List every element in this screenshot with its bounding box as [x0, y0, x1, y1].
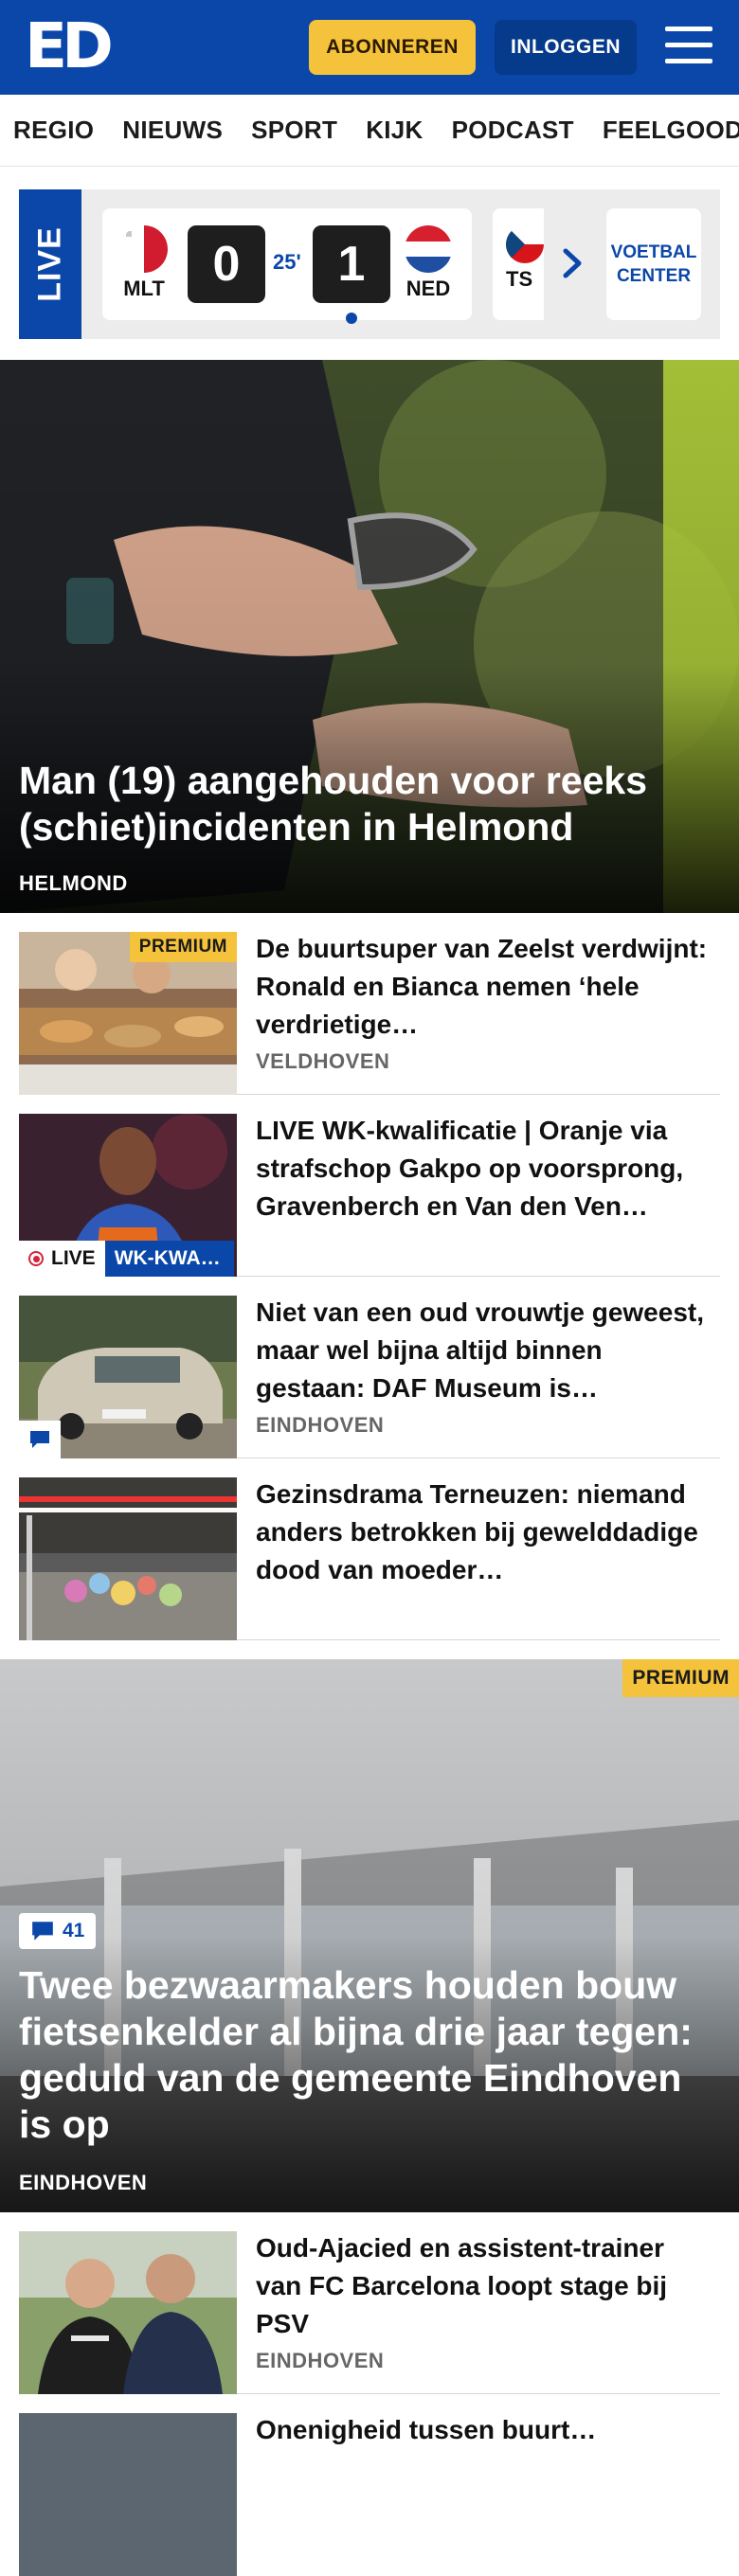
- nav-item-regio[interactable]: REGIO: [13, 116, 94, 145]
- article-title[interactable]: Niet van een oud vrouwtje geweest, maar …: [256, 1294, 711, 1407]
- home-score: 0: [188, 225, 265, 303]
- article-thumbnail: [19, 1477, 237, 1640]
- live-tag-label: LIVE: [31, 226, 68, 302]
- article-thumbnail: [19, 2231, 237, 2394]
- hero-location: HELMOND: [19, 871, 128, 895]
- logo-text: ED: [25, 9, 114, 82]
- live-badge-category: WK-KWA…: [104, 1241, 234, 1277]
- comment-count: 41: [63, 1920, 85, 1941]
- article-item[interactable]: PREMIUM De buurtsuper van Zeelst verdwij…: [19, 913, 720, 1095]
- live-dot-icon: [28, 1251, 44, 1266]
- article-title[interactable]: Oud-Ajacied en assistent-trainer van FC …: [256, 2229, 711, 2343]
- match-minute: 25': [273, 250, 301, 274]
- live-score-ticker: LIVE MLT 0 25' 1 NED TS VOETBAL CENTER: [19, 189, 720, 339]
- section-nav: REGIO NIEUWS SPORT KIJK PODCAST FEELGOOD: [0, 95, 739, 167]
- article-location: EINDHOVEN: [256, 1413, 385, 1437]
- article-thumbnail: LIVE WK-KWA…: [19, 1114, 237, 1277]
- premium-badge: PREMIUM: [622, 1659, 739, 1697]
- article-location: EINDHOVEN: [256, 2349, 385, 2372]
- voetbal-center-line2: CENTER: [616, 266, 692, 286]
- article-title[interactable]: Onenigheid tussen buurt…: [256, 2411, 711, 2449]
- feature-title[interactable]: Twee bezwaarmakers houden bouw fietsenke…: [19, 1962, 720, 2148]
- article-item[interactable]: Onenigheid tussen buurt…: [19, 2394, 720, 2576]
- comment-count-badge[interactable]: 41: [19, 1913, 97, 1949]
- article-item[interactable]: LIVE WK-KWA… LIVE WK-kwalificatie | Oran…: [19, 1095, 720, 1277]
- home-team: MLT: [116, 225, 172, 301]
- live-tag: LIVE: [19, 189, 81, 339]
- article-location: VELDHOVEN: [256, 1049, 390, 1073]
- article-title[interactable]: Gezinsdrama Terneuzen: niemand anders be…: [256, 1476, 711, 1589]
- live-badge-label: LIVE: [51, 1247, 96, 1269]
- comment-badge: [19, 1421, 61, 1458]
- subscribe-button[interactable]: ABONNEREN: [309, 20, 476, 75]
- nav-item-kijk[interactable]: KIJK: [366, 116, 423, 145]
- czech-flag-icon: [506, 225, 544, 263]
- login-button[interactable]: INLOGGEN: [495, 20, 637, 75]
- voetbal-center-link[interactable]: VOETBAL CENTER: [606, 208, 701, 320]
- next-team-code: TS: [506, 267, 533, 291]
- malta-flag-icon: [120, 225, 168, 273]
- article-item[interactable]: Oud-Ajacied en assistent-trainer van FC …: [19, 2212, 720, 2394]
- feature-location: EINDHOVEN: [19, 2171, 148, 2194]
- premium-badge: PREMIUM: [129, 932, 237, 962]
- away-team-code: NED: [406, 277, 451, 300]
- nav-item-nieuws[interactable]: NIEUWS: [122, 116, 223, 145]
- netherlands-flag-icon: [405, 225, 452, 273]
- hero-title[interactable]: Man (19) aangehouden voor reeks (schiet)…: [19, 758, 682, 850]
- chevron-right-icon[interactable]: [555, 246, 589, 280]
- article-title[interactable]: De buurtsuper van Zeelst verdwijnt: Rona…: [256, 930, 711, 1044]
- hero-article[interactable]: Man (19) aangehouden voor reeks (schiet)…: [0, 360, 739, 913]
- ed-logo[interactable]: ED: [25, 15, 114, 78]
- away-score: 1: [313, 225, 390, 303]
- comment-icon: [30, 1431, 49, 1448]
- article-thumbnail: [19, 1296, 237, 1458]
- hamburger-menu-icon[interactable]: [665, 25, 712, 66]
- article-thumbnail: [19, 2413, 237, 2576]
- live-match-card[interactable]: MLT 0 25' 1 NED: [102, 208, 472, 324]
- nav-item-sport[interactable]: SPORT: [251, 116, 337, 145]
- home-team-code: MLT: [123, 277, 165, 300]
- nav-item-podcast[interactable]: PODCAST: [452, 116, 574, 145]
- nav-item-feelgood[interactable]: FEELGOOD: [603, 116, 739, 145]
- voetbal-center-line1: VOETBAL: [610, 242, 697, 262]
- feature-article[interactable]: PREMIUM 41 Twee bezwaarmakers houden bou…: [0, 1659, 739, 2212]
- away-team: NED: [400, 225, 457, 301]
- article-item[interactable]: Niet van een oud vrouwtje geweest, maar …: [19, 1277, 720, 1458]
- next-match-card[interactable]: TS: [493, 208, 544, 320]
- live-badge: LIVE WK-KWA…: [19, 1241, 234, 1277]
- site-header: ED ABONNEREN INLOGGEN: [0, 0, 739, 95]
- comment-icon: [32, 1922, 53, 1941]
- article-item[interactable]: Gezinsdrama Terneuzen: niemand anders be…: [19, 1458, 720, 1640]
- next-team: TS: [506, 225, 544, 292]
- article-title[interactable]: LIVE WK-kwalificatie | Oranje via strafs…: [256, 1112, 711, 1225]
- scoring-indicator: [346, 313, 357, 324]
- article-thumbnail: PREMIUM: [19, 932, 237, 1095]
